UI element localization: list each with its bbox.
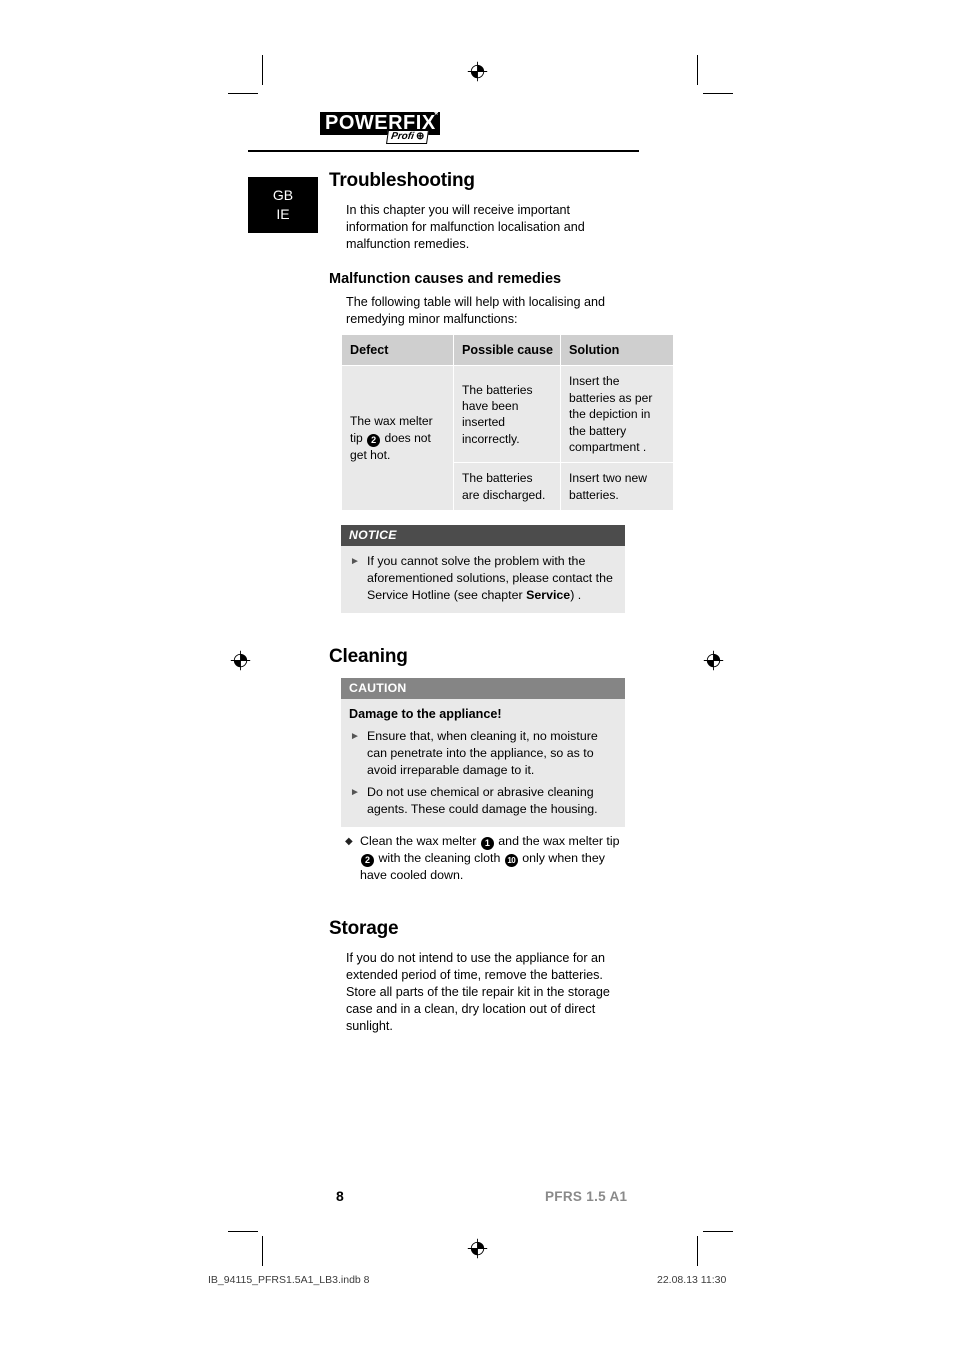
caution-bullet-text: Ensure that, when cleaning it, no moistu… bbox=[367, 729, 598, 778]
storage-body: If you do not intend to use the applianc… bbox=[346, 951, 610, 1034]
crop-mark-bottom-right-vertical bbox=[697, 1236, 698, 1266]
notice-callout: NOTICE ► If you cannot solve the problem … bbox=[341, 525, 625, 614]
model-designation: PFRS 1.5 A1 bbox=[545, 1189, 628, 1204]
triangle-right-icon: ► bbox=[350, 787, 360, 799]
caution-callout: CAUTION Damage to the appliance! ► Ensure… bbox=[341, 678, 625, 828]
page-number: 8 bbox=[336, 1188, 344, 1204]
crosshair-icon: ⊕ bbox=[415, 131, 425, 142]
crop-mark-top-left-vertical bbox=[262, 55, 263, 85]
table-header-defect: Defect bbox=[341, 333, 454, 367]
page-title-storage: Storage bbox=[329, 918, 399, 940]
header-divider-rule bbox=[248, 150, 639, 152]
powerfix-logo: POWERFIX * Profi ⊕ bbox=[320, 110, 460, 145]
diamond-icon: ◆ bbox=[345, 836, 353, 848]
part-badge-2: 2 bbox=[361, 854, 374, 868]
table-header-row: Defect Possible cause Solution bbox=[341, 333, 674, 367]
table-header-possible-cause: Possible cause bbox=[453, 333, 561, 367]
part-badge-2: 2 bbox=[367, 433, 381, 447]
table-header-solution: Solution bbox=[560, 333, 674, 367]
page-title-cleaning: Cleaning bbox=[329, 646, 408, 668]
crop-mark-bottom-right-horizontal bbox=[703, 1231, 733, 1232]
cleaning-text-part1: Clean the wax melter bbox=[360, 834, 480, 849]
crop-mark-top-right-horizontal bbox=[703, 93, 733, 94]
caution-callout-header: CAUTION bbox=[341, 678, 625, 700]
registration-mark-bottom bbox=[467, 1238, 488, 1259]
print-timestamp: 22.08.13 11:30 bbox=[657, 1274, 727, 1286]
language-tab: GB IE bbox=[248, 177, 318, 233]
crop-mark-bottom-left-vertical bbox=[262, 1236, 263, 1266]
logo-trademark-star: * bbox=[434, 110, 439, 121]
crop-mark-top-right-vertical bbox=[697, 55, 698, 85]
table-cell-cause: The batteries have been inserted incorre… bbox=[453, 365, 561, 464]
notice-text-post: ) . bbox=[570, 588, 582, 603]
cleaning-text-part2: and the wax melter tip bbox=[494, 834, 620, 849]
list-item: ► Ensure that, when cleaning it, no moist… bbox=[349, 728, 617, 779]
crop-mark-bottom-left-horizontal bbox=[228, 1231, 258, 1232]
logo-profi-badge: Profi ⊕ bbox=[386, 130, 430, 144]
table-cell-solution: Insert the batteries as per the depictio… bbox=[560, 365, 674, 464]
print-source-filename: IB_94115_PFRS1.5A1_LB3.indb 8 bbox=[208, 1274, 370, 1286]
cleaning-text-part3: with the cleaning cloth bbox=[375, 851, 504, 866]
language-tab-line-gb: GB bbox=[272, 187, 294, 203]
caution-bullet-list: ► Ensure that, when cleaning it, no moist… bbox=[349, 728, 617, 818]
list-item: ◆ Clean the wax melter 1 and the wax melt… bbox=[341, 833, 631, 884]
language-tab-line-ie: IE bbox=[276, 206, 290, 222]
troubleshooting-intro: In this chapter you will receive importa… bbox=[346, 203, 585, 251]
malfunction-intro: The following table will help with local… bbox=[346, 295, 606, 326]
notice-callout-body: ► If you cannot solve the problem with th… bbox=[341, 546, 625, 614]
triangle-right-icon: ► bbox=[350, 556, 360, 568]
caution-callout-body: Damage to the appliance! ► Ensure that, w… bbox=[341, 699, 625, 828]
page-content: Troubleshooting In this chapter you will… bbox=[329, 170, 674, 1035]
table-cell-solution: Insert two new batteries. bbox=[560, 462, 674, 512]
notice-bullet-list: ► If you cannot solve the problem with th… bbox=[349, 553, 617, 604]
malfunction-table: Defect Possible cause Solution The wax m… bbox=[341, 333, 674, 512]
page-title-troubleshooting: Troubleshooting bbox=[329, 170, 475, 191]
registration-mark-right bbox=[703, 650, 724, 671]
part-badge-1: 1 bbox=[480, 837, 494, 851]
subsection-title-malfunction-causes: Malfunction causes and remedies bbox=[329, 271, 562, 287]
part-badge-10: 10 bbox=[504, 854, 518, 868]
cleaning-instruction-list: ◆ Clean the wax melter 1 and the wax melt… bbox=[341, 833, 631, 884]
registration-mark-left bbox=[230, 650, 251, 671]
list-item: ► If you cannot solve the problem with th… bbox=[349, 553, 617, 604]
logo-profi-text: Profi bbox=[390, 131, 415, 142]
registration-mark-top bbox=[467, 61, 488, 82]
triangle-right-icon: ► bbox=[350, 731, 360, 743]
caution-callout-title: Damage to the appliance! bbox=[349, 707, 502, 722]
caution-bullet-text: Do not use chemical or abrasive cleaning… bbox=[367, 785, 598, 817]
notice-text-emphasis: Service bbox=[526, 588, 571, 603]
crop-mark-top-left-horizontal bbox=[228, 93, 258, 94]
table-cell-defect: The wax melter tip 2 does not get hot. bbox=[341, 365, 454, 512]
list-item: ► Do not use chemical or abrasive cleanin… bbox=[349, 784, 617, 818]
table-row: The wax melter tip 2 does not get hot. T… bbox=[341, 365, 674, 512]
notice-callout-header: NOTICE bbox=[341, 525, 625, 547]
table-cell-cause: The batteries are discharged. bbox=[453, 462, 561, 512]
